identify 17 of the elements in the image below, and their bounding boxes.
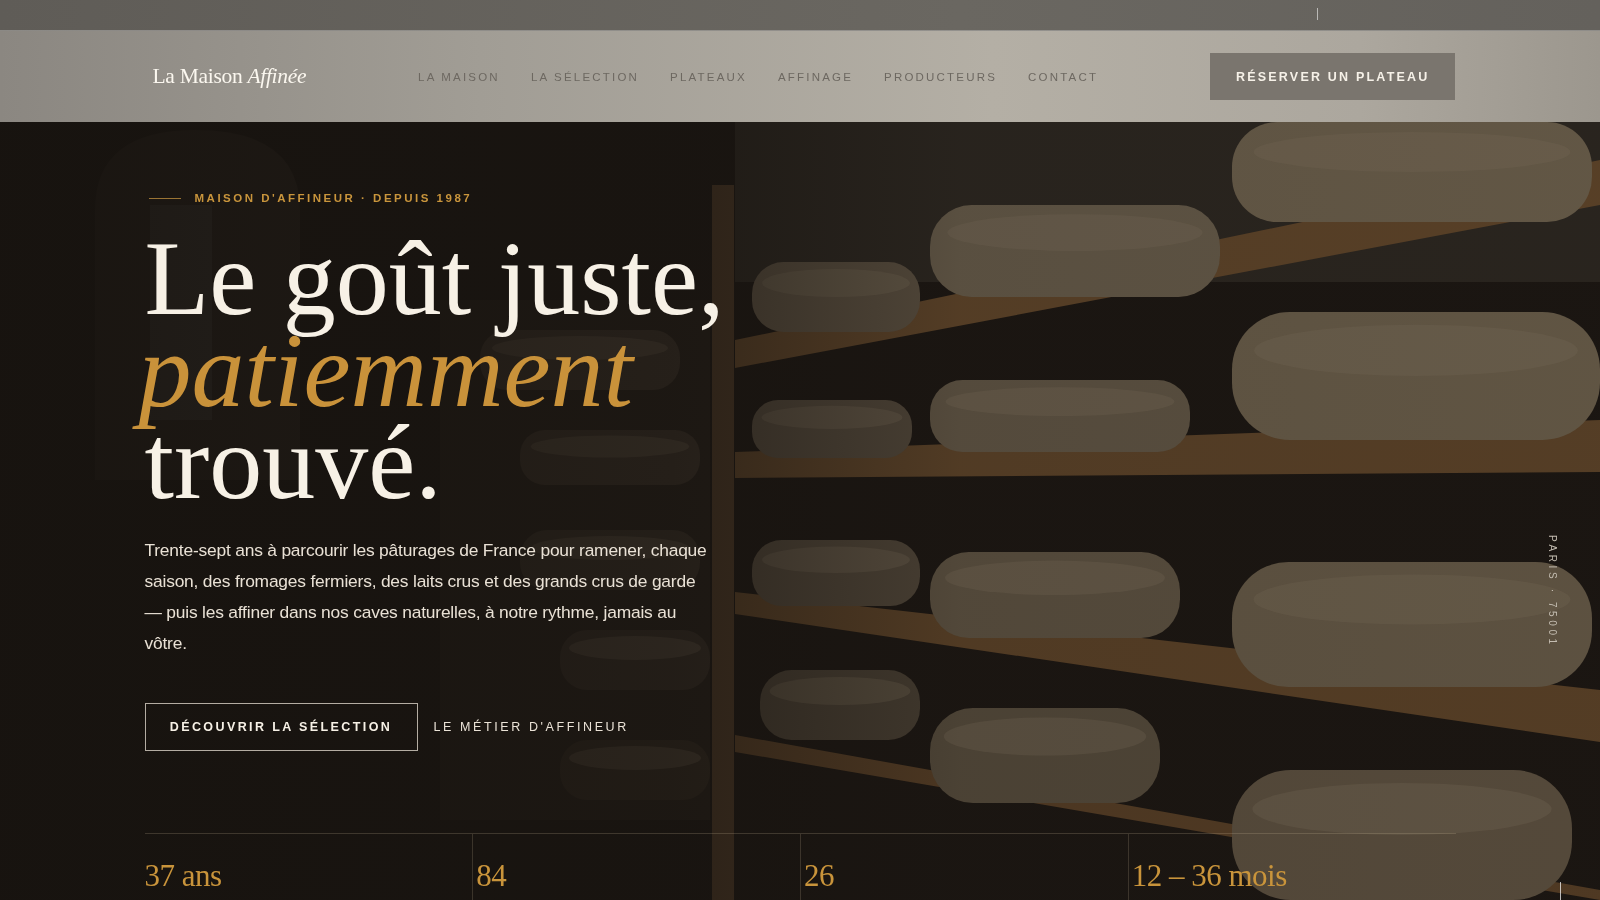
craft-link[interactable]: LE MÉTIER D'AFFINEUR (433, 720, 629, 734)
reserve-button[interactable]: RÉSERVER UN PLATEAU (1210, 53, 1456, 100)
nav-link[interactable]: AFFINAGE (777, 70, 854, 83)
nav-link[interactable]: PLATEAUX (670, 70, 747, 83)
nav-link[interactable]: LA SÉLECTION (530, 70, 640, 83)
stat-value: 26 (804, 858, 834, 893)
stat-value: 37 ans (144, 858, 222, 893)
stat-value: 12 – 36 mois (1131, 858, 1287, 893)
hero-intro: Trente-sept ans à parcourir les pâturages de France pour ramener, chaque saison, des fromages fermiers, des laits crus et des grands crus de garde — puis les affiner dans nos caves naturelles, à notre rythme, jamais au vôtre. (144, 539, 708, 655)
brand-logo[interactable]: La Maison Affinée (152, 64, 307, 89)
discover-button[interactable]: DÉCOUVRIR LA SÉLECTION (144, 703, 418, 751)
hero-headline: Le goût juste, patiemment trouvé. (130, 217, 741, 525)
eyebrow-text: MAISON D'AFFINEUR · DEPUIS 1987 (194, 191, 473, 205)
nav-link[interactable]: CONTACT (1028, 70, 1099, 83)
location-label: PARIS · 75001 (1547, 535, 1558, 648)
nav-link[interactable]: PRODUCTEURS (884, 70, 998, 83)
stat-value: 84 (476, 858, 507, 893)
